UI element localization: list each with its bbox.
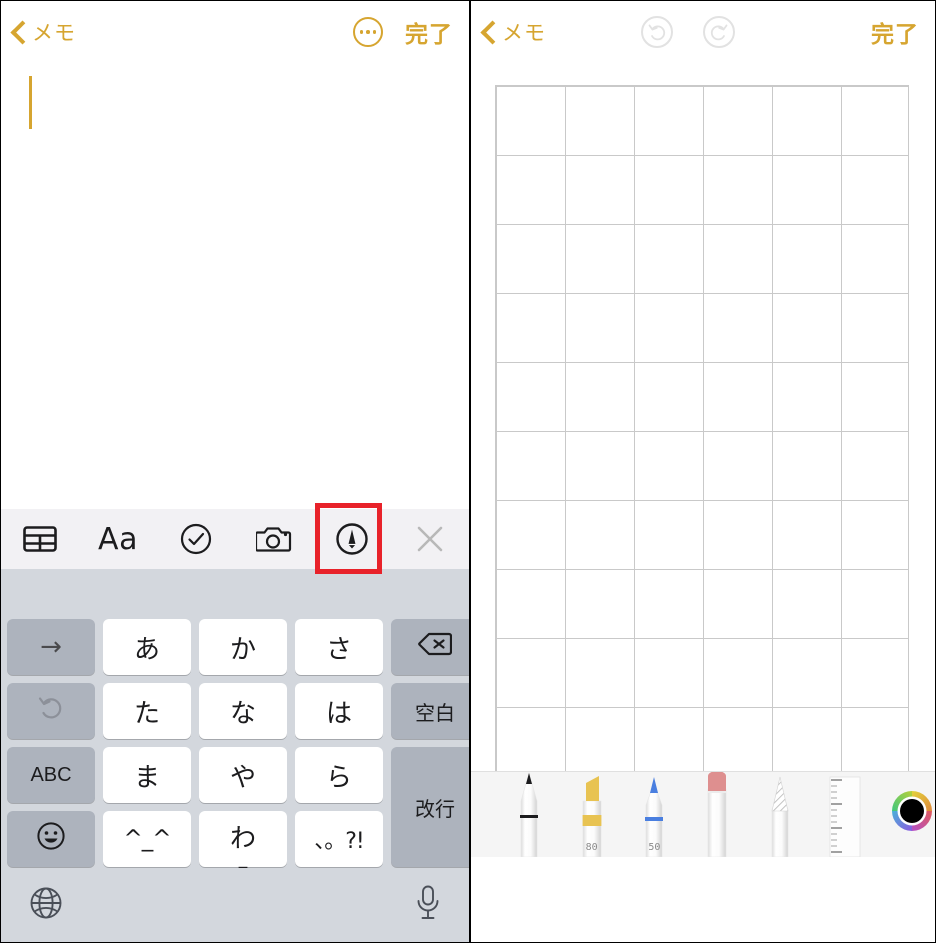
key-ya[interactable]: や bbox=[199, 747, 287, 803]
left-navbar: メモ 完了 bbox=[1, 1, 469, 63]
undo-arrow-icon bbox=[37, 694, 65, 729]
key-na[interactable]: な bbox=[199, 683, 287, 739]
screenshot-stage: メモ 完了 Aa → あ か さ た な は 空白 ABC ま や ら 改行 ^… bbox=[0, 0, 936, 943]
markup-pen-icon bbox=[335, 522, 369, 556]
left-navbar-actions: 完了 bbox=[353, 15, 453, 49]
key-wa[interactable]: わ _ bbox=[199, 811, 287, 868]
color-wheel[interactable] bbox=[889, 788, 935, 839]
right-navbar: メモ 完了 bbox=[471, 1, 935, 63]
marker-pen-size-label: 50 bbox=[648, 842, 661, 853]
microphone-icon[interactable] bbox=[415, 885, 441, 921]
close-icon bbox=[415, 524, 445, 554]
lasso-pencil-tool[interactable] bbox=[756, 772, 799, 857]
eraser-tool[interactable] bbox=[693, 772, 736, 857]
key-kaomoji[interactable]: ^_^ bbox=[103, 811, 191, 867]
table-icon bbox=[23, 526, 57, 552]
redo-icon[interactable] bbox=[703, 16, 735, 48]
grid-paper-background bbox=[495, 85, 909, 835]
format-aa-icon: Aa bbox=[98, 521, 138, 557]
checklist-button[interactable] bbox=[157, 509, 235, 569]
keyboard-bottom-row bbox=[1, 873, 469, 933]
more-dot bbox=[366, 30, 370, 34]
highlighter-size-label: 80 bbox=[585, 842, 598, 853]
more-dot bbox=[372, 30, 377, 34]
checklist-icon bbox=[180, 523, 212, 555]
format-button[interactable]: Aa bbox=[79, 509, 157, 569]
key-undo[interactable] bbox=[7, 683, 95, 739]
keyboard-keys-grid: → あ か さ た な は 空白 ABC ま や ら 改行 ^_^ わ _ 、。… bbox=[1, 619, 469, 868]
key-ta[interactable]: た bbox=[103, 683, 191, 739]
key-cursor-right-label: → bbox=[40, 632, 62, 662]
key-ka[interactable]: か bbox=[199, 619, 287, 675]
camera-icon bbox=[256, 524, 292, 554]
key-ra[interactable]: ら bbox=[295, 747, 383, 803]
close-keyboard-button[interactable] bbox=[391, 509, 469, 569]
camera-button[interactable] bbox=[235, 509, 313, 569]
back-to-notes-button[interactable]: メモ bbox=[11, 17, 76, 47]
drawing-tool-palette: 80 50 bbox=[471, 771, 935, 857]
pen-tool[interactable] bbox=[505, 772, 548, 857]
left-panel-note-editor: メモ 完了 Aa → あ か さ た な は 空白 ABC ま や ら 改行 ^… bbox=[0, 0, 470, 943]
keyboard-candidate-bar bbox=[1, 569, 469, 619]
key-emoji[interactable] bbox=[7, 811, 95, 867]
back-to-notes-button-sketch[interactable]: メモ bbox=[481, 17, 546, 47]
key-a[interactable]: あ bbox=[103, 619, 191, 675]
sketch-canvas[interactable]: 80 50 bbox=[471, 63, 935, 857]
key-ha[interactable]: は bbox=[295, 683, 383, 739]
key-sa[interactable]: さ bbox=[295, 619, 383, 675]
key-wa-sublabel: _ bbox=[238, 849, 248, 869]
undo-icon[interactable] bbox=[641, 16, 673, 48]
note-text-area[interactable] bbox=[1, 63, 469, 509]
marker-pen-tool[interactable]: 50 bbox=[630, 772, 673, 857]
key-kaomoji-label: ^_^ bbox=[123, 826, 171, 852]
more-circle-icon[interactable] bbox=[353, 17, 383, 47]
key-backspace[interactable] bbox=[391, 619, 469, 675]
table-button[interactable] bbox=[1, 509, 79, 569]
back-label: メモ bbox=[502, 22, 546, 45]
backspace-icon bbox=[418, 632, 453, 663]
sketch-history-controls bbox=[641, 1, 735, 63]
right-panel-sketch-editor: メモ 完了 80 50 bbox=[470, 0, 936, 943]
globe-icon[interactable] bbox=[29, 886, 63, 920]
more-dot bbox=[359, 30, 364, 34]
key-punctuation[interactable]: 、。?! bbox=[295, 811, 383, 867]
chevron-left-icon bbox=[481, 20, 495, 44]
back-label: メモ bbox=[32, 22, 76, 45]
ruler-tool[interactable] bbox=[818, 772, 861, 857]
markup-button[interactable] bbox=[313, 509, 391, 569]
text-caret bbox=[29, 76, 32, 129]
key-cursor-right[interactable]: → bbox=[7, 619, 95, 675]
key-wa-label: わ _ bbox=[230, 826, 256, 868]
key-ma[interactable]: ま bbox=[103, 747, 191, 803]
done-button[interactable]: 完了 bbox=[405, 15, 453, 49]
key-punctuation-label: 、。?! bbox=[314, 829, 364, 854]
done-button-sketch[interactable]: 完了 bbox=[871, 15, 919, 49]
chevron-left-icon bbox=[11, 20, 25, 44]
highlighter-tool[interactable]: 80 bbox=[568, 772, 611, 857]
japanese-kana-keyboard: → あ か さ た な は 空白 ABC ま や ら 改行 ^_^ わ _ 、。… bbox=[1, 569, 469, 942]
key-return[interactable]: 改行 bbox=[391, 747, 469, 867]
keyboard-accessory-toolbar: Aa bbox=[1, 509, 469, 569]
key-space[interactable]: 空白 bbox=[391, 683, 469, 739]
right-navbar-actions: 完了 bbox=[871, 15, 919, 49]
smiley-icon bbox=[37, 821, 65, 857]
key-abc[interactable]: ABC bbox=[7, 747, 95, 803]
